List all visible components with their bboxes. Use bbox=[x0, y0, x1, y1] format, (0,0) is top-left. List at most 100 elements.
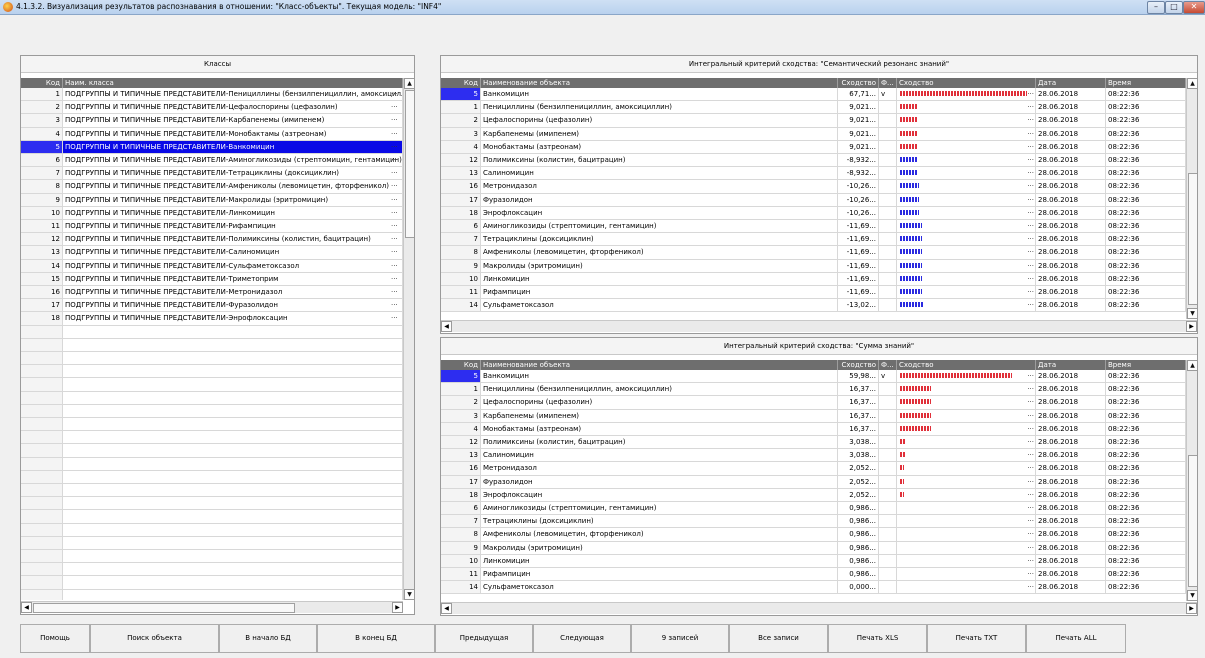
table-row[interactable] bbox=[21, 510, 403, 524]
scroll-left-arrow-icon[interactable]: ◀ bbox=[21, 602, 32, 613]
table-row[interactable] bbox=[21, 484, 403, 498]
button-11[interactable]: Печать ALL bbox=[1026, 624, 1126, 653]
table-row[interactable] bbox=[21, 325, 403, 339]
scroll-left-arrow-icon[interactable]: ◀ bbox=[441, 603, 452, 614]
table-row[interactable]: 9 Макролиды (эритромицин) -11,69...... 28.0… bbox=[441, 259, 1186, 273]
scroll-right-arrow-icon[interactable]: ▶ bbox=[392, 602, 403, 613]
table-row[interactable]: 3 ПОДГРУППЫ И ТИПИЧНЫЕ ПРЕДСТАВИТЕЛИ-Карб… bbox=[21, 114, 403, 128]
hscroll-thumb[interactable] bbox=[33, 603, 295, 613]
ellipsis-button[interactable]: ... bbox=[391, 194, 398, 204]
ellipsis-button[interactable]: ... bbox=[1027, 542, 1034, 552]
table-row[interactable]: 6 Аминогликозиды (стрептомицин, гентамици… bbox=[441, 502, 1186, 516]
table-row[interactable]: 9 Макролиды (эритромицин) 0,986...... 28.06… bbox=[441, 541, 1186, 555]
col-time-header[interactable]: Время bbox=[1106, 360, 1186, 370]
table-row[interactable]: 2 Цефалоспорины (цефазолин) 16,37...... 28.… bbox=[441, 396, 1186, 410]
table-row[interactable]: 8 Амфениколы (левомицетин, фторфеникол) 0,… bbox=[441, 528, 1186, 542]
ellipsis-button[interactable]: ... bbox=[391, 260, 398, 270]
table-row[interactable]: 7 Тетрациклины (доксициклин) -11,69...... 2… bbox=[441, 233, 1186, 247]
table-row[interactable]: 7 Тетрациклины (доксициклин) 0,986...... 28… bbox=[441, 515, 1186, 529]
button-4[interactable]: В конец БД bbox=[317, 624, 435, 653]
scroll-right-arrow-icon[interactable]: ▶ bbox=[1186, 321, 1197, 332]
table-row[interactable]: 8 Амфениколы (левомицетин, фторфеникол) -1… bbox=[441, 246, 1186, 260]
table-row[interactable]: 13 Салиномицин 3,038...... 28.06.2018 08:22:… bbox=[441, 449, 1186, 463]
table-row[interactable]: 1 Пенициллины (бензилпенициллин, амоксици… bbox=[441, 101, 1186, 115]
table-row[interactable]: 18 ПОДГРУППЫ И ТИПИЧНЫЕ ПРЕДСТАВИТЕЛИ-Энр… bbox=[21, 312, 403, 326]
ellipsis-button[interactable]: ... bbox=[391, 312, 398, 322]
ellipsis-button[interactable]: ... bbox=[1027, 101, 1034, 111]
col-name-header[interactable]: Наименование объекта bbox=[481, 360, 838, 370]
ellipsis-button[interactable]: ... bbox=[1027, 246, 1034, 256]
table-row[interactable]: 1 Пенициллины (бензилпенициллин, амоксици… bbox=[441, 383, 1186, 397]
table-row[interactable] bbox=[21, 418, 403, 432]
ellipsis-button[interactable]: ... bbox=[1027, 167, 1034, 177]
ellipsis-button[interactable]: ... bbox=[391, 167, 398, 177]
table-row[interactable]: 10 ПОДГРУППЫ И ТИПИЧНЫЕ ПРЕДСТАВИТЕЛИ-Лин… bbox=[21, 206, 403, 220]
table-row[interactable]: 12 Полимиксины (колистин, бацитрацин) 3,03… bbox=[441, 436, 1186, 450]
table-row[interactable] bbox=[21, 563, 403, 577]
col-f-header[interactable]: Ф... bbox=[879, 360, 897, 370]
ellipsis-button[interactable]: ... bbox=[1027, 128, 1034, 138]
table-row[interactable] bbox=[21, 536, 403, 550]
table-row[interactable]: 18 Энрофлоксацин -10,26...... 28.06.2018 08:… bbox=[441, 206, 1186, 220]
ellipsis-button[interactable]: ... bbox=[1027, 502, 1034, 512]
top-vscroll[interactable]: ▲ ▼ bbox=[1186, 78, 1197, 319]
scroll-thumb[interactable] bbox=[405, 90, 414, 238]
table-row[interactable] bbox=[21, 378, 403, 392]
ellipsis-button[interactable]: ... bbox=[1027, 449, 1034, 459]
table-row[interactable]: 16 ПОДГРУППЫ И ТИПИЧНЫЕ ПРЕДСТАВИТЕЛИ-Мет… bbox=[21, 286, 403, 300]
scroll-thumb[interactable] bbox=[1188, 173, 1197, 305]
ellipsis-button[interactable]: ... bbox=[1027, 88, 1034, 98]
table-row[interactable] bbox=[21, 576, 403, 590]
ellipsis-button[interactable]: ... bbox=[1027, 423, 1034, 433]
table-row[interactable] bbox=[21, 352, 403, 366]
table-row[interactable]: 6 Аминогликозиды (стрептомицин, гентамици… bbox=[441, 220, 1186, 234]
ellipsis-button[interactable]: ... bbox=[391, 141, 398, 151]
table-row[interactable] bbox=[21, 365, 403, 379]
ellipsis-button[interactable]: ... bbox=[391, 154, 398, 164]
table-row[interactable]: 4 Монобактамы (азтреонам) 16,37...... 28.06… bbox=[441, 422, 1186, 436]
ellipsis-button[interactable]: ... bbox=[1027, 194, 1034, 204]
ellipsis-button[interactable]: ... bbox=[1027, 462, 1034, 472]
table-row[interactable] bbox=[21, 550, 403, 564]
table-row[interactable]: 16 Метронидазол -10,26...... 28.06.2018 08:2… bbox=[441, 180, 1186, 194]
ellipsis-button[interactable]: ... bbox=[391, 286, 398, 296]
table-row[interactable]: 3 Карбапенемы (имипенем) 16,37...... 28.06.… bbox=[441, 409, 1186, 423]
table-row[interactable] bbox=[21, 444, 403, 458]
scroll-left-arrow-icon[interactable]: ◀ bbox=[441, 321, 452, 332]
table-row[interactable]: 12 ПОДГРУППЫ И ТИПИЧНЫЕ ПРЕДСТАВИТЕЛИ-Пол… bbox=[21, 233, 403, 247]
table-row[interactable]: 18 Энрофлоксацин 2,052...... 28.06.2018 08:2… bbox=[441, 488, 1186, 502]
scroll-down-arrow-icon[interactable]: ▼ bbox=[1187, 308, 1197, 319]
ellipsis-button[interactable]: ... bbox=[1027, 528, 1034, 538]
button-6[interactable]: Следующая bbox=[533, 624, 631, 653]
classes-hscroll[interactable]: ◀ ▶ bbox=[21, 601, 403, 613]
col-name-header[interactable]: Наименование объекта bbox=[481, 78, 838, 88]
col-date-header[interactable]: Дата bbox=[1036, 360, 1106, 370]
ellipsis-button[interactable]: ... bbox=[391, 88, 398, 98]
ellipsis-button[interactable]: ... bbox=[391, 207, 398, 217]
table-row[interactable]: 2 Цефалоспорины (цефазолин) 9,021...... 28.… bbox=[441, 114, 1186, 128]
minimize-button[interactable]: – bbox=[1147, 1, 1165, 14]
ellipsis-button[interactable]: ... bbox=[391, 220, 398, 230]
ellipsis-button[interactable]: ... bbox=[391, 114, 398, 124]
table-row[interactable]: 11 ПОДГРУППЫ И ТИПИЧНЫЕ ПРЕДСТАВИТЕЛИ-Риф… bbox=[21, 220, 403, 234]
col-sim-header[interactable]: Сходство bbox=[838, 78, 879, 88]
maximize-button[interactable]: □ bbox=[1165, 1, 1183, 14]
table-row[interactable] bbox=[21, 589, 403, 600]
table-row[interactable]: 10 Линкомицин -11,69...... 28.06.2018 08:22:… bbox=[441, 272, 1186, 286]
col-code-header[interactable]: Код bbox=[441, 78, 481, 88]
button-1[interactable]: Помощь bbox=[20, 624, 90, 653]
col-f-header[interactable]: Ф... bbox=[879, 78, 897, 88]
table-row[interactable] bbox=[21, 404, 403, 418]
table-row[interactable]: 14 Сульфаметоксазол -13,02...... 28.06.2018… bbox=[441, 299, 1186, 313]
table-row[interactable]: 11 Рифампицин -11,69...... 28.06.2018 08:22:… bbox=[441, 286, 1186, 300]
table-row[interactable]: 6 ПОДГРУППЫ И ТИПИЧНЫЕ ПРЕДСТАВИТЕЛИ-Амин… bbox=[21, 154, 403, 168]
table-row[interactable]: 11 Рифампицин 0,986...... 28.06.2018 08:22:3… bbox=[441, 568, 1186, 582]
ellipsis-button[interactable]: ... bbox=[391, 299, 398, 309]
scroll-thumb[interactable] bbox=[1188, 455, 1197, 587]
table-row[interactable] bbox=[21, 338, 403, 352]
ellipsis-button[interactable]: ... bbox=[1027, 114, 1034, 124]
table-row[interactable] bbox=[21, 470, 403, 484]
table-row[interactable]: 17 ПОДГРУППЫ И ТИПИЧНЫЕ ПРЕДСТАВИТЕЛИ-Фур… bbox=[21, 299, 403, 313]
table-row[interactable]: 1 ПОДГРУППЫ И ТИПИЧНЫЕ ПРЕДСТАВИТЕЛИ-Пени… bbox=[21, 88, 403, 102]
col-simbar-header[interactable]: Сходство bbox=[897, 78, 1036, 88]
